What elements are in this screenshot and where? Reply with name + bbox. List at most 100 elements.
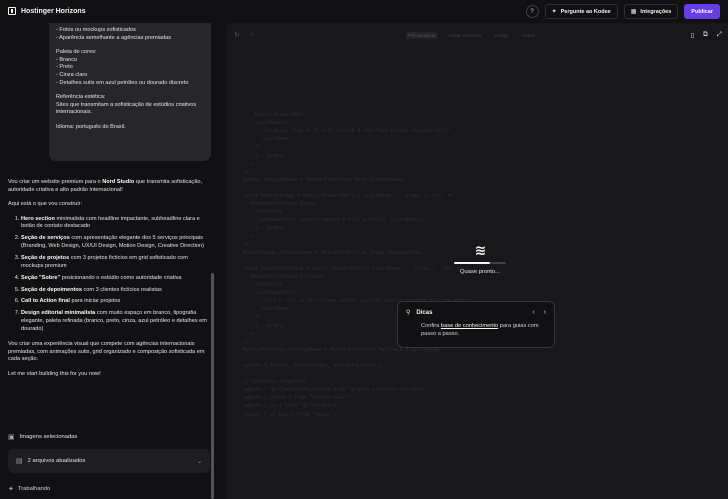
code-line: )); [243, 168, 253, 175]
item-text: posicionando o estúdio como autoridade c… [60, 274, 182, 281]
chevron-down-icon: ⌄ [196, 458, 202, 465]
code-line: ref={ref} [243, 282, 283, 289]
top-bar: Hostinger Horizons ? ✦ Pergunte ao Kodee … [0, 0, 728, 23]
palette-item: - Branco [56, 56, 78, 63]
brand[interactable]: Hostinger Horizons [8, 7, 86, 15]
code-line: <AvatarPrimitive.Image [243, 201, 316, 208]
code-line: className={cn("aspect-square h-full w-fu… [243, 217, 424, 224]
user-line: - Fotos ou mockups sofisticados [56, 27, 136, 33]
ask-kodee-button[interactable]: ✦ Pergunte ao Kodee [544, 4, 618, 19]
code-line: )} [243, 144, 262, 151]
code-line: className={ [243, 120, 289, 127]
top-actions: ? ✦ Pergunte ao Kodee ▦ Integrações Public… [525, 4, 720, 19]
grid-icon: ▦ [630, 9, 637, 15]
help-button[interactable]: ? [525, 5, 539, 18]
tab-preview[interactable]: Pré-visualizar [406, 32, 438, 39]
preview-tabs: Pré-visualizar Editar conteúdo Código Vi… [406, 32, 537, 39]
build-intro: Aqui está o que vou construir: [8, 201, 83, 208]
code-line: // Checkbox component [243, 379, 307, 386]
palette-title: Paleta de cores: [56, 49, 97, 56]
item-text: para iniciar projetos [69, 298, 121, 305]
intro-text: Vou criar um website premium para o [8, 179, 103, 185]
sparkle-icon: ✦ [8, 486, 14, 493]
code-line: const AvatarImage = React.forwardRef(({ … [243, 193, 460, 200]
mobile-view-icon[interactable]: ▯ [691, 31, 695, 39]
tab-visits[interactable]: Visitas [520, 32, 537, 39]
integrations-button[interactable]: ▦ Integrações [623, 4, 679, 19]
code-line: /> [243, 233, 256, 240]
file-icon: ▤ [16, 458, 23, 465]
fullscreen-icon[interactable]: ⤢ [717, 31, 722, 39]
user-line: - Aparência semelhante a agências premia… [56, 34, 172, 41]
code-line: className [243, 136, 289, 143]
item-text: com 3 clientes fictícios realistas [81, 286, 162, 293]
build-list: Hero section minimalista com headline im… [8, 216, 210, 333]
assistant-start: Let me start building this for you now! [8, 371, 101, 378]
working-status: ✦ Trabalhando [8, 485, 50, 493]
chat-panel: - Fotos ou mockups sofisticados - Aparên… [0, 23, 218, 499]
item-bold: Hero section [21, 215, 55, 222]
palette-item: - Detalhes sutis em azul petróleo ou dou… [56, 79, 189, 86]
list-item: Call to Action final para iniciar projet… [21, 298, 210, 306]
lightbulb-icon: ⚲ [406, 310, 411, 316]
files-updated-label: 2 arquivos atualizados [27, 458, 86, 464]
tips-card: ⚲ Dicas ‹ › Confira base de conhecimento… [397, 301, 555, 348]
integrations-label: Integrações [640, 8, 672, 15]
loading-progress-fill [454, 262, 491, 264]
palette-item: - Preto [56, 64, 73, 71]
assistant-intro: Vou criar um website premium para o Nord… [8, 179, 210, 194]
intro-brand: Nord Studio [102, 179, 135, 185]
chevron-right-icon[interactable]: › [544, 309, 546, 316]
preview-actions: ▯ ⧉ ⤢ [691, 31, 722, 39]
code-line: /> [243, 160, 256, 167]
loading-text: Quase pronto... [460, 269, 500, 275]
knowledge-base-link[interactable]: base de conhecimento [441, 323, 498, 329]
list-item: Seção de serviços com apresentação elega… [21, 235, 210, 250]
tips-header: ⚲ Dicas ‹ › [406, 309, 546, 316]
code-line: Avatar.displayName = AvatarPrimitive.Roo… [243, 176, 406, 183]
code-line: ), [243, 104, 256, 110]
scrollbar-thumb[interactable] [211, 273, 214, 499]
item-bold: Seção de projetos [21, 254, 70, 261]
user-message: - Fotos ou mockups sofisticados - Aparên… [49, 23, 211, 161]
code-line: export { Avatar, AvatarImage, AvatarFall… [243, 363, 385, 369]
open-external-icon[interactable]: ⧉ [703, 31, 708, 39]
home-icon[interactable]: ⌂ [250, 31, 254, 39]
ask-kodee-label: Pergunte ao Kodee [560, 8, 611, 15]
tips-body: Confira base de conhecimento para guias … [421, 322, 546, 338]
publish-button[interactable]: Publicar [684, 4, 720, 19]
code-line: ref={ref} [243, 209, 283, 216]
image-icon: ▣ [8, 434, 15, 441]
code-line: import * as CheckboxPrimitive from "@rad… [243, 387, 430, 394]
item-bold: Seção de depoimentos [21, 286, 82, 293]
code-line: "relative flex h-10 w-10 shrink-0 overfl… [243, 128, 454, 135]
images-selected[interactable]: ▣ Imagens selecionadas [8, 433, 77, 441]
list-item: Hero section minimalista com headline im… [21, 216, 210, 231]
refresh-icon[interactable]: ↻ [234, 31, 240, 39]
item-bold: Call to Action final [21, 298, 70, 305]
assistant-message: Vou criar um website premium para o Nord… [8, 179, 210, 386]
list-item: Seção "Sobre" posicionando o estúdio com… [21, 275, 210, 283]
tab-edit-content[interactable]: Editar conteúdo [447, 32, 483, 39]
tips-nav: ‹ › [532, 309, 546, 316]
code-line: React.forwardRef [243, 112, 304, 119]
preview-nav: ↻ ⌂ [234, 31, 254, 39]
images-selected-label: Imagens selecionadas [19, 434, 78, 440]
list-item: Seção de projetos com 3 projetos fictíci… [21, 255, 210, 270]
brand-name: Hostinger Horizons [21, 7, 86, 15]
files-updated-accordion[interactable]: ▤ 2 arquivos atualizados ⌄ [8, 449, 210, 473]
sparkle-icon: ✦ [551, 9, 557, 15]
chevron-left-icon[interactable]: ‹ [532, 309, 534, 316]
loading-overlay: ≋ Quase pronto... [450, 243, 510, 275]
tab-code[interactable]: Código [492, 32, 511, 39]
tips-text: Confira [421, 323, 441, 329]
assistant-closing: Vou criar uma experiência visual que com… [8, 341, 205, 363]
chat-scrollbar[interactable] [211, 23, 214, 499]
list-item: Seção de depoimentos com 3 clientes fict… [21, 287, 210, 295]
item-bold: Seção "Sobre" [21, 274, 61, 281]
code-line: {...props} [243, 225, 286, 232]
reference-text: Sites que transmitam a sofisticação de e… [56, 101, 197, 116]
loader-logo-icon: ≋ [474, 242, 487, 258]
